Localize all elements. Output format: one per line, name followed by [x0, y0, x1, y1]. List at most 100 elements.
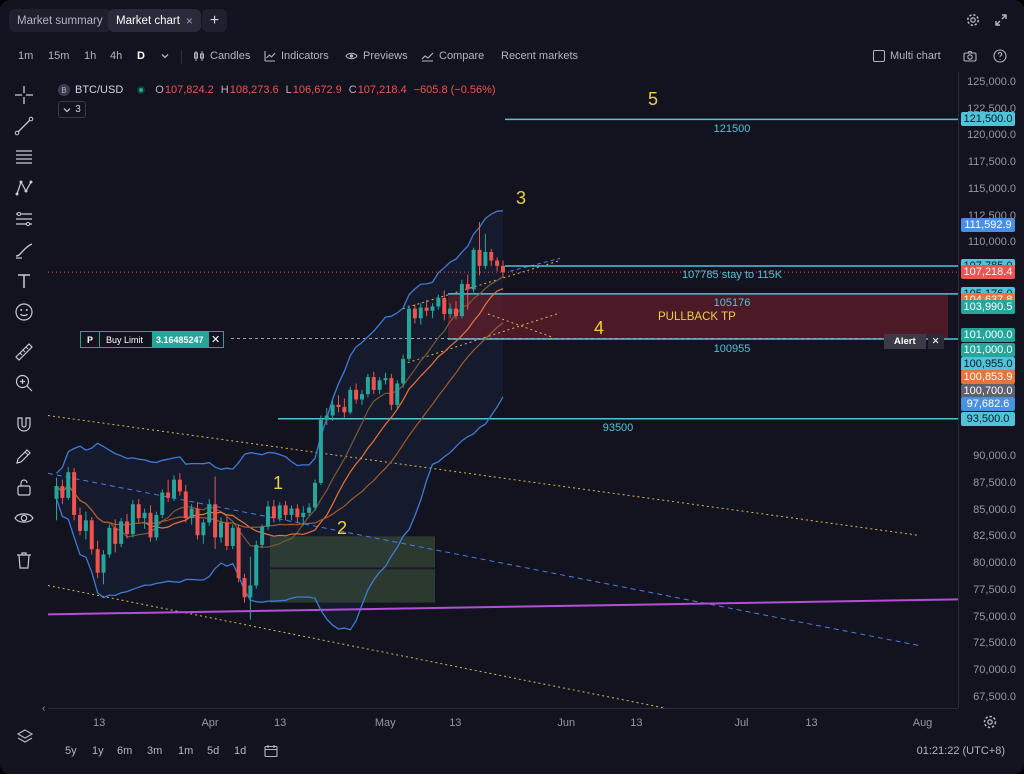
price-tag[interactable]: 100,853.9 — [961, 370, 1015, 385]
candle-body — [313, 482, 317, 508]
low-key: L — [285, 84, 292, 96]
candle-body — [442, 297, 447, 314]
tab-market-chart[interactable]: Market chart × — [108, 9, 201, 32]
price-tag[interactable]: 101,000.0 — [961, 343, 1015, 358]
candle-body — [477, 249, 482, 266]
candle-body — [60, 486, 65, 498]
chart-canvas[interactable] — [48, 72, 958, 708]
visibility-eye-icon[interactable] — [12, 506, 36, 530]
candle-body — [142, 512, 147, 519]
indicators-label: Indicators — [281, 50, 329, 62]
multi-chart-checkbox[interactable] — [873, 50, 885, 62]
candle-body — [125, 521, 129, 535]
forecast-icon[interactable] — [12, 207, 36, 231]
compare-button[interactable]: Compare — [421, 48, 484, 64]
close-key: C — [348, 84, 357, 96]
candle-body — [448, 308, 453, 314]
crosshair-icon[interactable] — [12, 83, 36, 107]
price-tag[interactable]: 93,500.0 — [961, 411, 1015, 426]
candle-body — [348, 389, 353, 413]
settings-gear-icon[interactable] — [963, 10, 983, 30]
multi-chart-toggle[interactable]: Multi chart — [873, 48, 941, 64]
tab-market-summary[interactable]: Market summary — [9, 9, 111, 32]
price-tag[interactable]: 107,218.4 — [961, 265, 1015, 280]
tab-close-icon[interactable]: × — [186, 14, 193, 28]
indicators-button[interactable]: Indicators — [264, 48, 329, 64]
range-3m[interactable]: 3m — [147, 745, 162, 757]
candle-body — [83, 520, 88, 531]
price-label: 70,000.0 — [973, 663, 1016, 676]
interval-15m[interactable]: 15m — [48, 48, 69, 64]
cancel-order-close-icon[interactable]: ✕ — [207, 331, 224, 348]
scroll-left-chevron-icon[interactable]: ‹ — [42, 703, 45, 714]
price-tag[interactable]: 103,990.5 — [961, 299, 1015, 314]
price-tag[interactable]: 100,955.0 — [961, 356, 1015, 371]
help-icon[interactable] — [993, 48, 1007, 64]
fullscreen-icon[interactable] — [991, 10, 1011, 30]
emoji-icon[interactable] — [12, 300, 36, 324]
price-label: 72,500.0 — [973, 637, 1016, 650]
clock-timezone[interactable]: 01:21:22 (UTC+8) — [917, 745, 1005, 757]
indicators-icon — [264, 51, 276, 62]
recent-markets-button[interactable]: Recent markets — [501, 48, 578, 64]
price-tag[interactable]: 121,500.0 — [961, 112, 1015, 127]
interval-dropdown-chevron-icon[interactable] — [160, 48, 170, 64]
candle-body — [254, 544, 259, 586]
price-tag[interactable]: 100,700.0 — [961, 383, 1015, 398]
unlock-icon[interactable] — [12, 475, 36, 499]
symbol-name[interactable]: BTC/USD — [75, 84, 123, 96]
range-5y[interactable]: 5y — [65, 745, 77, 757]
price-alert[interactable]: Alert ✕ — [884, 334, 944, 349]
time-label: 13 — [449, 717, 462, 729]
order-quantity[interactable]: 3.16485247 — [152, 331, 208, 348]
ruler-icon[interactable] — [12, 340, 36, 364]
price-tag[interactable]: 101,000.0 — [961, 328, 1015, 343]
price-label: 115,000.0 — [967, 182, 1016, 195]
price-axis[interactable]: 125,000.0 122,500.0 120,000.0 117,500.0 115,… — [958, 72, 1024, 708]
interval-1h[interactable]: 1h — [84, 48, 96, 64]
high-value: 108,273.6 — [229, 84, 279, 96]
candle-body — [119, 521, 124, 544]
pattern-icon[interactable] — [12, 176, 36, 200]
calendar-goto-icon[interactable] — [264, 744, 278, 761]
text-tool-icon[interactable] — [12, 269, 36, 293]
range-1y[interactable]: 1y — [92, 745, 104, 757]
axis-settings-gear-icon[interactable] — [982, 714, 998, 730]
magnet-icon[interactable] — [12, 413, 36, 437]
zoom-in-icon[interactable] — [12, 371, 36, 395]
time-axis[interactable]: ‹ 13 Apr 13 May 13 Jun 13 Jul 13 Aug — [42, 703, 958, 736]
lock-pencil-icon[interactable] — [12, 444, 36, 468]
fib-lines-icon[interactable] — [12, 145, 36, 169]
interval-1m[interactable]: 1m — [18, 48, 33, 64]
layers-icon[interactable] — [16, 728, 34, 749]
candle-body — [418, 307, 423, 319]
price-tag[interactable]: 111,592.9 — [961, 218, 1015, 233]
alert-close-icon[interactable]: ✕ — [927, 334, 944, 349]
range-1m[interactable]: 1m — [178, 745, 193, 757]
level-label-121500: 121500 — [713, 123, 751, 135]
time-label: Aug — [912, 717, 933, 729]
trash-icon[interactable] — [12, 548, 36, 572]
price-label: 110,000.0 — [967, 236, 1016, 249]
interval-d[interactable]: D — [137, 48, 145, 64]
candles-button[interactable]: Candles — [193, 48, 250, 64]
indicators-toggle[interactable]: 3 — [58, 101, 86, 118]
interval-4h[interactable]: 4h — [110, 48, 122, 64]
candle-body — [377, 380, 382, 390]
open-key: O — [155, 84, 164, 96]
wave-label-1: 1 — [273, 473, 284, 493]
chart-svg — [48, 118, 958, 708]
brush-icon[interactable] — [12, 238, 36, 262]
time-label: May — [374, 717, 396, 729]
price-tag[interactable]: 97,682.6 — [961, 397, 1015, 412]
pullback-tp-label: PULLBACK TP — [658, 311, 736, 323]
range-1d[interactable]: 1d — [234, 745, 246, 757]
previews-button[interactable]: Previews — [345, 48, 408, 64]
add-tab-button[interactable]: + — [202, 9, 227, 32]
range-6m[interactable]: 6m — [117, 745, 132, 757]
range-5d[interactable]: 5d — [207, 745, 219, 757]
camera-icon[interactable] — [963, 48, 977, 64]
toolbar-divider — [181, 50, 182, 64]
buy-limit-order[interactable]: P Buy Limit 3.16485247 ✕ — [80, 331, 224, 348]
trend-line-icon[interactable] — [12, 114, 36, 138]
